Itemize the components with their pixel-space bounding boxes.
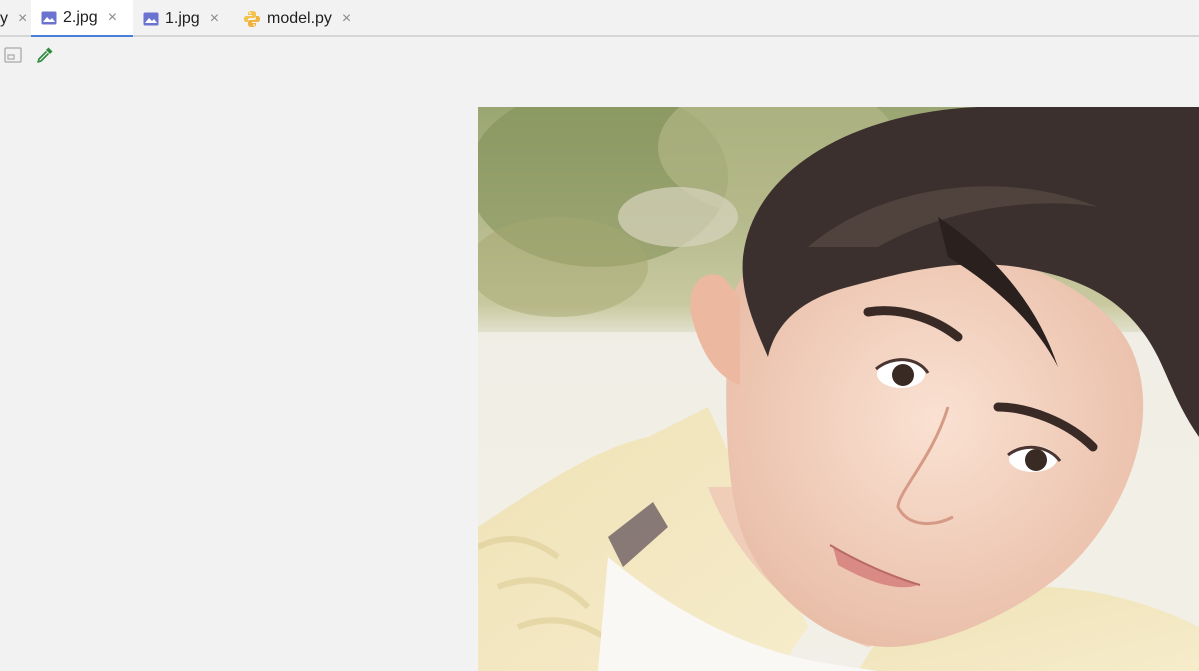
python-file-icon xyxy=(244,10,260,27)
tab-label: y xyxy=(0,9,8,27)
image-file-icon xyxy=(41,11,57,24)
image-viewer-toolbar xyxy=(0,39,1199,71)
tab-model-py[interactable]: model.py × xyxy=(233,0,363,37)
color-picker-button[interactable] xyxy=(35,45,55,65)
displayed-image xyxy=(478,107,1199,671)
eyedropper-icon xyxy=(37,47,53,63)
editor-tab-bar: y × 2.jpg × 1.jpg × model.py × xyxy=(0,0,1199,37)
portrait-photo-icon xyxy=(478,107,1199,671)
tab-1-jpg[interactable]: 1.jpg × xyxy=(133,0,233,37)
tab-label: 1.jpg xyxy=(165,9,200,27)
image-frame-icon xyxy=(4,47,22,63)
tab-close-icon[interactable]: × xyxy=(18,10,27,28)
tab-close-icon[interactable]: × xyxy=(108,9,117,27)
tab-partial[interactable]: y × xyxy=(0,0,31,37)
image-file-icon xyxy=(143,12,159,25)
fit-to-window-button[interactable] xyxy=(3,45,23,65)
tab-label: 2.jpg xyxy=(63,8,98,26)
tab-label: model.py xyxy=(267,9,332,27)
tab-close-icon[interactable]: × xyxy=(210,10,219,28)
tab-close-icon[interactable]: × xyxy=(342,10,351,28)
tab-2-jpg[interactable]: 2.jpg × xyxy=(31,0,133,37)
